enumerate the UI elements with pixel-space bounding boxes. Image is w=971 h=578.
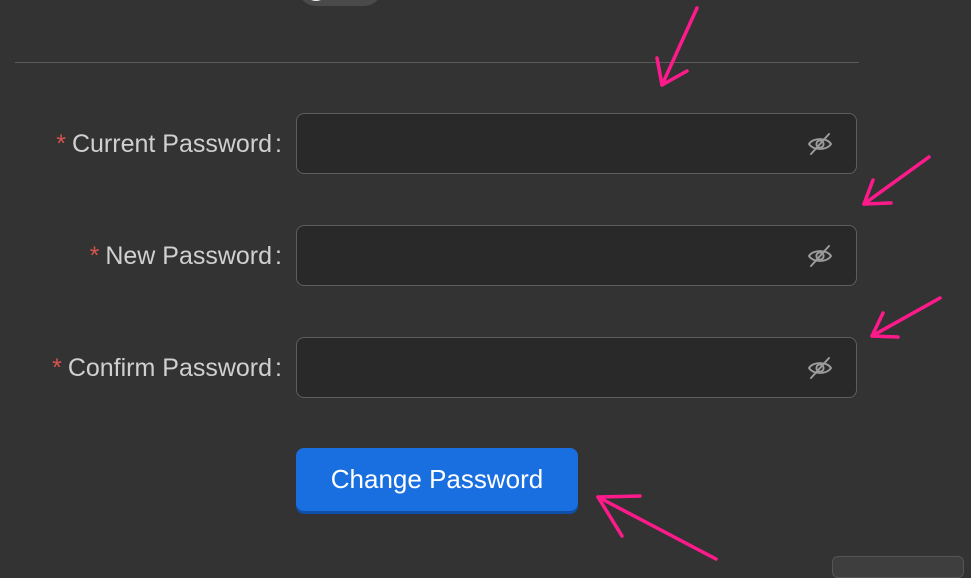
new-password-label-text: New Password [105,241,273,270]
confirm-password-input[interactable] [297,338,787,397]
new-password-field [296,225,857,286]
confirm-password-field [296,337,857,398]
confirm-password-label-text: Confirm Password [67,353,273,382]
section-divider [15,62,859,63]
eye-off-icon[interactable] [806,243,834,269]
eye-off-icon[interactable] [806,131,834,157]
form-row-current-password: * Current Password : [0,113,971,175]
current-password-input[interactable] [297,114,787,173]
annotation-arrow-icon [655,6,699,87]
change-password-button[interactable]: Change Password [296,448,578,511]
toggle-switch[interactable] [298,0,382,6]
annotation-arrow-icon [870,296,942,339]
toggle-knob [303,0,329,1]
required-mark: * [52,353,62,382]
label-colon: : [275,129,282,158]
label-colon: : [275,241,282,270]
annotation-arrow-icon [596,494,718,561]
confirm-password-label: * Confirm Password : [52,337,282,399]
new-password-input[interactable] [297,226,787,285]
required-mark: * [89,241,100,270]
form-row-new-password: * New Password : [0,225,971,287]
current-password-label-text: Current Password [71,129,273,158]
form-row-confirm-password: * Confirm Password : [0,337,971,399]
partial-element [832,556,964,578]
new-password-label: * New Password : [90,225,282,287]
label-colon: : [275,353,282,382]
current-password-label: * Current Password : [56,113,282,175]
eye-off-icon[interactable] [806,355,834,381]
current-password-field [296,113,857,174]
required-mark: * [56,129,66,158]
